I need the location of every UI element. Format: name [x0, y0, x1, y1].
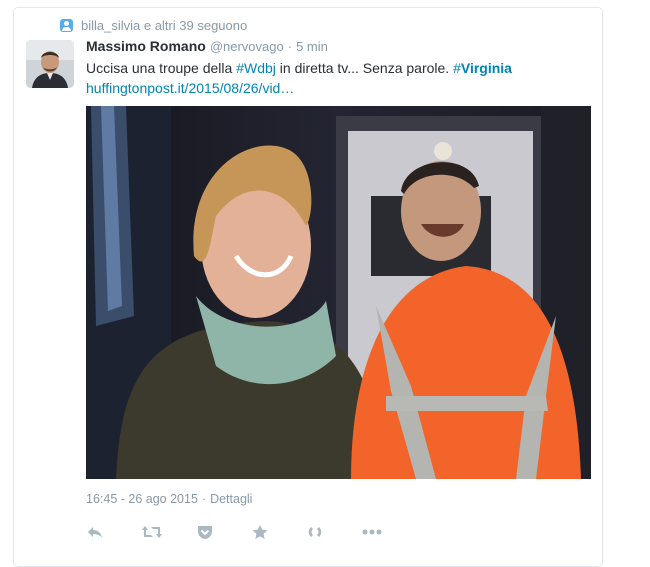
pocket-icon	[198, 526, 212, 539]
hashtag-text: Virginia	[460, 60, 512, 76]
tweet-photo[interactable]	[86, 106, 591, 479]
meta-separator: ·	[201, 492, 207, 506]
author-username[interactable]: @nervovago	[210, 39, 284, 54]
more-button[interactable]	[361, 522, 416, 542]
tweet-time[interactable]: 5 min	[296, 39, 328, 54]
more-icon	[362, 529, 382, 535]
tweet-text: Uccisa una troupe della #Wdbj in diretta…	[86, 58, 591, 98]
share-icon	[308, 527, 322, 537]
author-fullname[interactable]: Massimo Romano	[86, 38, 206, 54]
retweet-button[interactable]	[141, 522, 196, 542]
social-context: billa_silvia e altri 39 seguono	[60, 16, 247, 34]
hashtag-wdbj[interactable]: #Wdbj	[236, 60, 276, 76]
favorite-icon	[252, 525, 268, 539]
hashtag-text: Wdbj	[244, 60, 276, 76]
hashtag-symbol: #	[236, 60, 244, 76]
social-context-text[interactable]: billa_silvia e altri 39 seguono	[81, 18, 247, 33]
details-link[interactable]: Dettagli	[210, 492, 252, 508]
header-separator: ·	[287, 39, 293, 54]
pocket-button[interactable]	[196, 522, 251, 542]
hashtag-virginia[interactable]: #Virginia	[453, 60, 512, 76]
reply-icon	[88, 527, 102, 538]
tweet-actions	[86, 522, 416, 542]
reply-button[interactable]	[86, 522, 141, 542]
favorite-button[interactable]	[251, 522, 306, 542]
retweet-icon	[142, 526, 162, 538]
avatar[interactable]	[26, 40, 74, 88]
share-button[interactable]	[306, 522, 361, 542]
tweet-meta: 16:45 - 26 ago 2015 · Dettagli	[86, 492, 252, 508]
tweet-text-part-1: Uccisa una troupe della	[86, 60, 237, 76]
hashtag-symbol: #	[453, 60, 461, 76]
tweet-link[interactable]: huffingtonpost.it/2015/08/26/vid…	[86, 80, 294, 96]
user-icon	[60, 18, 73, 32]
tweet-timestamp[interactable]: 16:45 - 26 ago 2015	[86, 492, 198, 508]
tweet-header: Massimo Romano @nervovago · 5 min	[86, 38, 328, 56]
tweet-text-part-2: in diretta tv... Senza parole.	[275, 60, 454, 76]
